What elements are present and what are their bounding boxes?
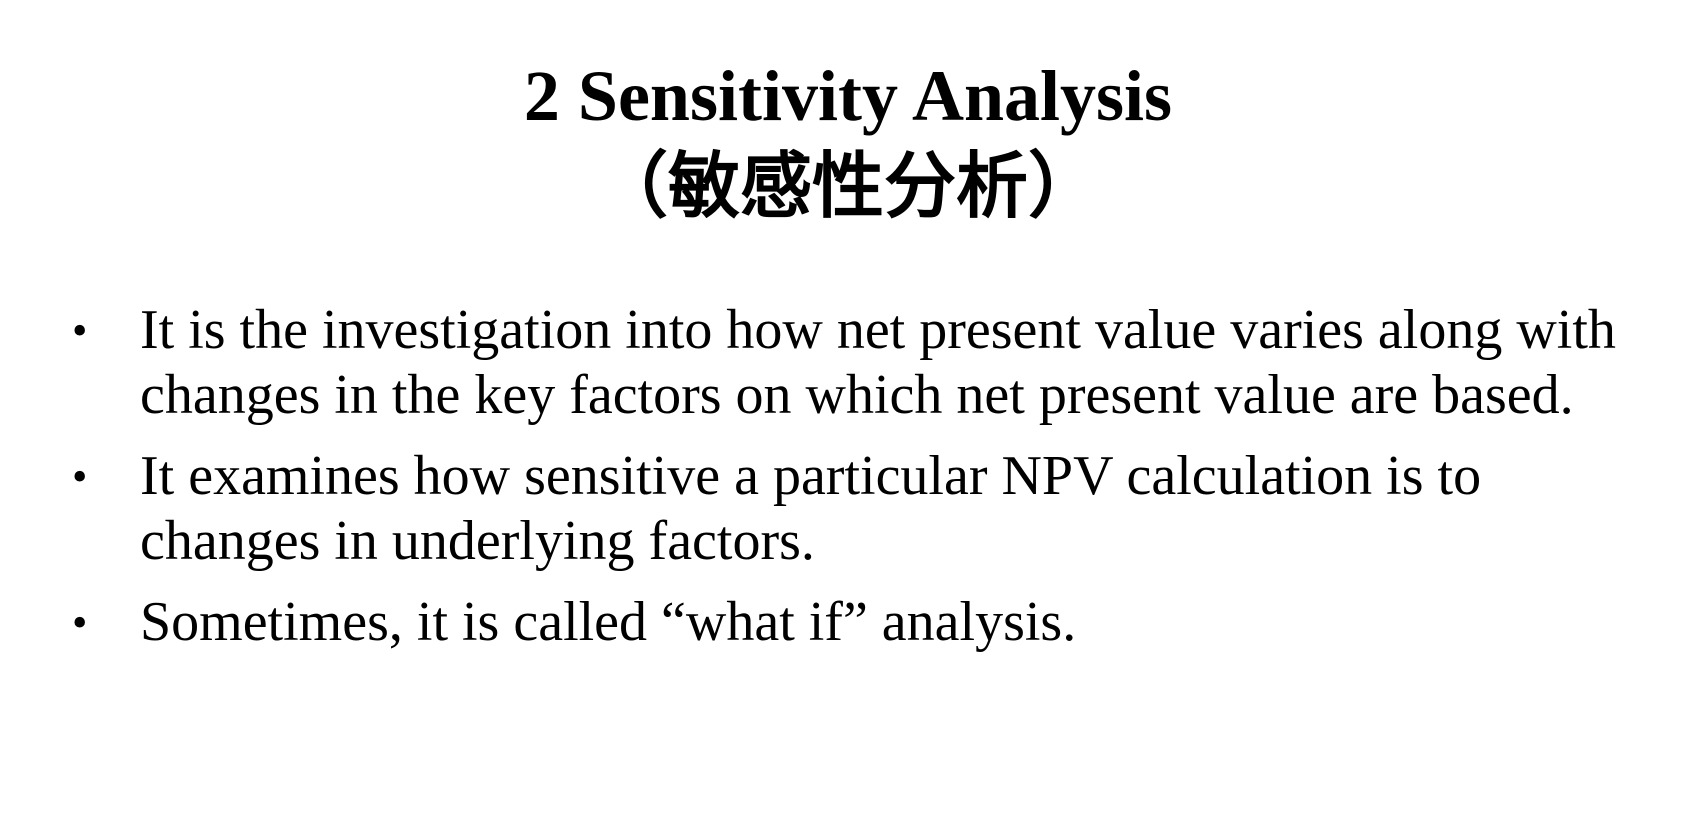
bullet-item-2: • It examines how sensitive a particular… <box>0 444 1696 574</box>
slide: 2 Sensitivity Analysis （敏感性分析） • It is t… <box>0 0 1696 817</box>
bullet-text: Sometimes, it is called “what if” analys… <box>140 591 1077 653</box>
bullet-icon: • <box>72 452 88 501</box>
bullet-icon: • <box>72 598 88 647</box>
bullet-item-3: • Sometimes, it is called “what if” anal… <box>0 590 1696 655</box>
slide-title: 2 Sensitivity Analysis <box>523 56 1173 136</box>
bullet-icon: • <box>72 306 88 355</box>
bullet-text: It is the investigation into how net pre… <box>140 299 1616 426</box>
title-block: 2 Sensitivity Analysis （敏感性分析） <box>0 52 1696 232</box>
slide-subtitle: （敏感性分析） <box>595 144 1100 228</box>
bullet-list: • It is the investigation into how net p… <box>0 298 1696 671</box>
bullet-text: It examines how sensitive a particular N… <box>140 445 1482 572</box>
bullet-item-1: • It is the investigation into how net p… <box>0 298 1696 428</box>
